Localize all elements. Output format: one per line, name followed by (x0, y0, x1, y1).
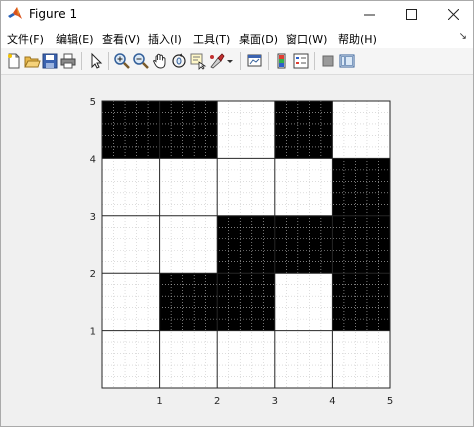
filled-cell (274, 215, 333, 274)
toolbar-separator (314, 52, 315, 70)
chevron-down-icon[interactable] (225, 52, 235, 70)
filled-cell (274, 101, 333, 159)
minimize-icon (363, 14, 375, 16)
save-icon[interactable] (41, 52, 59, 70)
y-tick-label: 5 (90, 97, 96, 108)
y-tick-label: 1 (90, 327, 96, 338)
close-button[interactable] (433, 1, 473, 28)
window-title: Figure 1 (29, 7, 78, 21)
x-tick-label: 2 (214, 396, 220, 407)
axes[interactable]: 1 2 3 4 5 1 2 3 4 5 (1, 76, 473, 426)
x-tick-label: 5 (387, 396, 393, 407)
y-tick-label: 4 (90, 154, 96, 165)
zoom-out-icon[interactable] (132, 52, 150, 70)
menu-overflow-icon[interactable]: ↘ (459, 31, 467, 42)
menu-file[interactable]: 文件(F) (7, 31, 44, 47)
new-figure-icon[interactable] (5, 52, 23, 70)
figure-window: Figure 1 文件(F) 编辑(E) 查看(V) 插入(I) 工具(T) 桌… (0, 0, 474, 427)
maximize-button[interactable] (391, 1, 431, 28)
close-icon (447, 9, 459, 20)
x-tick-label: 3 (272, 396, 278, 407)
open-file-icon[interactable] (23, 52, 41, 70)
menu-view[interactable]: 查看(V) (102, 31, 140, 47)
filled-cell (217, 273, 275, 331)
brush-icon[interactable] (208, 52, 226, 70)
hide-plot-tools-icon[interactable] (319, 52, 337, 70)
menu-window[interactable]: 窗口(W) (286, 31, 327, 47)
x-tick-label: 4 (329, 396, 335, 407)
figure-toolbar (1, 48, 473, 75)
menu-edit[interactable]: 编辑(E) (56, 31, 94, 47)
filled-cell (159, 101, 218, 159)
maximize-icon (405, 9, 417, 20)
toolbar-separator (240, 52, 241, 70)
pointer-icon[interactable] (87, 52, 105, 70)
menu-insert[interactable]: 插入(I) (148, 31, 182, 47)
show-plot-tools-icon[interactable] (338, 52, 356, 70)
data-cursor-icon[interactable] (189, 52, 207, 70)
y-tick-label: 2 (90, 269, 96, 280)
menu-tools[interactable]: 工具(T) (193, 31, 230, 47)
matlab-logo-icon (8, 7, 22, 19)
zoom-in-icon[interactable] (113, 52, 131, 70)
rotate-3d-icon[interactable] (170, 52, 188, 70)
title-bar[interactable]: Figure 1 (1, 1, 473, 28)
filled-cell (332, 273, 390, 331)
menu-desktop[interactable]: 桌面(D) (239, 31, 278, 47)
menu-help[interactable]: 帮助(H) (338, 31, 377, 47)
colorbar-icon[interactable] (273, 52, 291, 70)
y-tick-label: 3 (90, 212, 96, 223)
filled-cell (332, 158, 390, 216)
minimize-button[interactable] (349, 1, 389, 28)
pan-icon[interactable] (151, 52, 169, 70)
link-plot-icon[interactable] (246, 52, 264, 70)
filled-cell (332, 215, 390, 274)
filled-cell (159, 273, 218, 331)
print-icon[interactable] (59, 52, 77, 70)
menu-bar: 文件(F) 编辑(E) 查看(V) 插入(I) 工具(T) 桌面(D) 窗口(W… (1, 28, 473, 48)
toolbar-separator (108, 52, 109, 70)
filled-cell (102, 101, 160, 159)
figure-canvas: 1 2 3 4 5 1 2 3 4 5 (1, 76, 473, 426)
toolbar-separator (81, 52, 82, 70)
legend-icon[interactable] (292, 52, 310, 70)
x-tick-label: 1 (156, 396, 162, 407)
filled-cell (217, 215, 275, 274)
toolbar-separator (268, 52, 269, 70)
